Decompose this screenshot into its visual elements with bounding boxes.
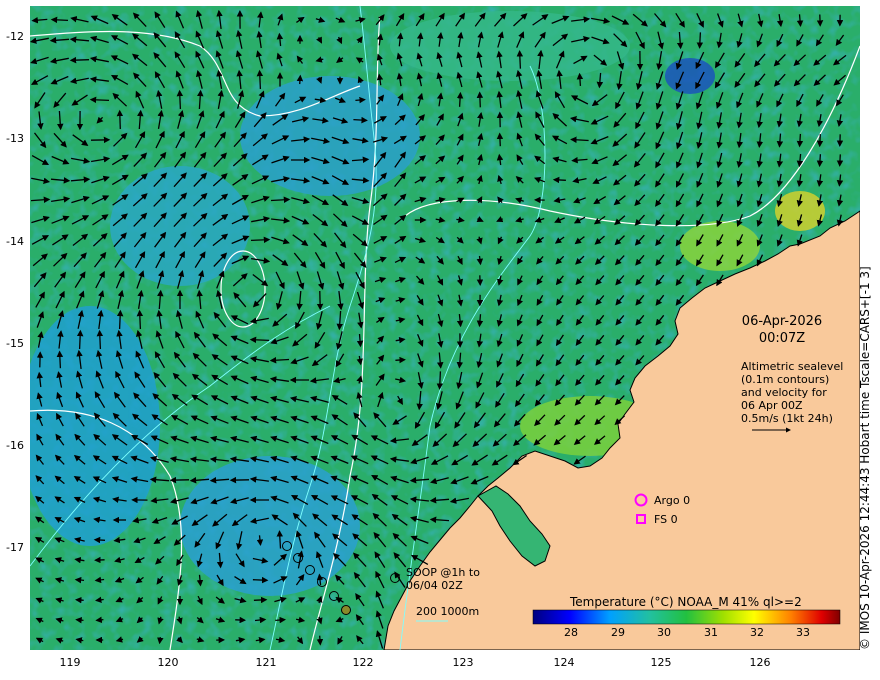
velocity-arrow — [75, 596, 84, 604]
velocity-arrow — [249, 336, 270, 344]
soop-legend-line: 06/04 02Z — [406, 579, 463, 592]
velocity-arrow — [157, 637, 164, 645]
velocity-arrow — [116, 109, 124, 130]
x-tick-label: 125 — [650, 656, 672, 669]
velocity-arrow — [69, 56, 90, 64]
description-line: 06 Apr 00Z — [741, 399, 803, 412]
credit-text: © IMOS 10-Apr-2026 12:44:43 Hobart time … — [858, 266, 872, 650]
velocity-arrow — [89, 96, 110, 104]
velocity-arrow — [816, 134, 824, 148]
velocity-arrow — [250, 236, 271, 244]
velocity-arrow — [395, 356, 406, 364]
timestamp-date: 06-Apr-2026 — [741, 314, 823, 329]
colorbar-tick: 30 — [657, 626, 671, 639]
colorbar — [532, 609, 841, 625]
velocity-arrow — [74, 576, 85, 584]
argo-legend-label: Argo 0 — [654, 494, 691, 507]
velocity-arrow — [296, 74, 304, 85]
velocity-arrow — [316, 635, 324, 646]
velocity-arrow — [116, 309, 124, 330]
velocity-arrow — [836, 154, 844, 167]
x-tick-label: 122 — [352, 656, 374, 669]
y-tick-label: -13 — [6, 132, 24, 145]
velocity-arrow — [95, 616, 104, 624]
velocity-arrow — [355, 96, 366, 104]
isobath-legend-label: 200 1000m — [416, 605, 480, 618]
velocity-arrow — [436, 371, 444, 390]
y-tick-label: -16 — [6, 439, 24, 452]
velocity-arrow — [50, 16, 69, 24]
x-tick-label: 126 — [749, 656, 771, 669]
x-tick-label: 123 — [452, 656, 474, 669]
colorbar-tick: 28 — [564, 626, 578, 639]
soop-legend-line: SOOP @1h to — [406, 566, 480, 579]
velocity-arrow — [353, 116, 368, 124]
velocity-arrow — [576, 72, 584, 86]
y-tick-label: -14 — [6, 235, 24, 248]
x-tick-label: 124 — [553, 656, 575, 669]
velocity-arrow — [93, 536, 106, 544]
velocity-arrow — [253, 596, 268, 604]
velocity-arrow — [136, 309, 144, 330]
y-tick-label: -15 — [6, 337, 24, 350]
description-line: (0.1m contours) — [741, 373, 830, 386]
soop-legend: SOOP @1h to 06/04 02Z — [406, 566, 480, 592]
velocity-arrow — [256, 69, 264, 90]
velocity-arrow — [796, 133, 804, 148]
colorbar-tick: 29 — [611, 626, 625, 639]
x-tick-label: 121 — [255, 656, 277, 669]
map-description: Altimetric sealevel (0.1m contours) and … — [741, 360, 843, 425]
description-line: 0.5m/s (1kt 24h) — [741, 412, 833, 425]
velocity-arrow — [456, 91, 464, 107]
timestamp-time: 00:07Z — [758, 331, 806, 346]
velocity-arrow — [275, 616, 286, 624]
velocity-arrow — [496, 132, 504, 147]
velocity-arrow — [816, 154, 824, 168]
velocity-arrow — [252, 576, 269, 584]
colorbar-title: Temperature (°C) NOAA_M 41% ql>=2 — [570, 595, 802, 609]
velocity-arrow — [516, 50, 524, 69]
description-line: Altimetric sealevel — [741, 360, 844, 373]
velocity-arrow — [176, 89, 184, 110]
x-tick-label: 120 — [157, 656, 179, 669]
velocity-arrow — [696, 32, 704, 49]
y-tick-label: -17 — [6, 541, 24, 554]
velocity-arrow — [552, 176, 566, 184]
colorbar-tick: 33 — [796, 626, 810, 639]
colorbar-tick: 31 — [704, 626, 718, 639]
velocity-arrow — [76, 329, 84, 350]
timestamp: 06-Apr-2026 00:07Z — [732, 313, 832, 347]
y-tick-label: -12 — [6, 30, 24, 43]
description-line: and velocity for — [741, 386, 827, 399]
velocity-arrow — [56, 350, 64, 369]
x-tick-label: 119 — [59, 656, 81, 669]
velocity-arrow — [96, 329, 104, 350]
velocity-arrow — [75, 616, 84, 624]
fs-legend-label: FS 0 — [654, 513, 678, 526]
colorbar-tick: 32 — [750, 626, 764, 639]
velocity-arrow — [476, 91, 484, 108]
